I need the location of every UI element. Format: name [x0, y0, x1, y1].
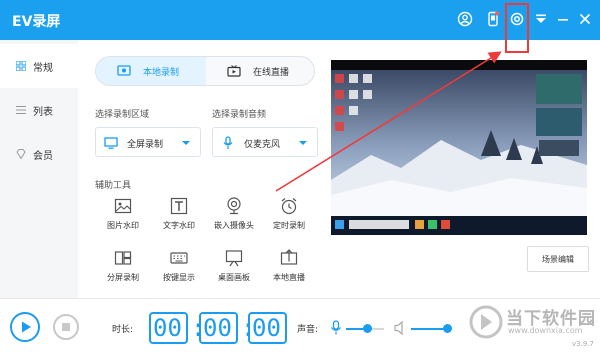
play-icon	[22, 321, 31, 333]
monitor-icon	[104, 137, 118, 149]
screen-preview	[331, 60, 587, 235]
tool-label: 按键显示	[163, 273, 195, 282]
menu-icon[interactable]	[533, 11, 549, 27]
speaker-volume-fill	[411, 328, 447, 330]
timer-minutes: 00	[203, 314, 232, 342]
minimize-icon[interactable]	[555, 11, 571, 27]
sidebar: 常规 列表 会员	[0, 40, 78, 298]
record-area-title: 选择录制区域	[95, 110, 150, 120]
tab-live-stream[interactable]: 在线直播	[206, 57, 316, 85]
keyboard-icon	[170, 252, 188, 264]
timer-hours: 00	[153, 314, 182, 342]
duration-label: 时长:	[112, 325, 134, 335]
scene-edit-button[interactable]: 场景编辑	[527, 246, 589, 272]
tool-label: 分屏录制	[107, 273, 139, 282]
tool-local-live[interactable]: 本地直播	[261, 249, 317, 289]
record-audio-title: 选择录制音频	[212, 110, 267, 120]
tool-image-watermark[interactable]: 图片水印	[95, 197, 151, 237]
brand-url: www.downxia.com	[508, 326, 583, 335]
chevron-down-icon	[182, 141, 190, 145]
scene-edit-label: 场景编辑	[542, 255, 574, 264]
webcam-icon	[227, 197, 241, 215]
timer-seconds: 00	[252, 314, 281, 342]
close-icon[interactable]	[577, 11, 593, 27]
screen-record-icon	[117, 65, 131, 76]
tool-label: 定时录制	[273, 221, 305, 230]
image-icon	[114, 198, 132, 214]
tool-label: 桌面画板	[218, 273, 250, 282]
version-label: v3.9.7	[572, 340, 594, 348]
live-upload-icon	[280, 249, 298, 265]
record-area-select[interactable]: 全屏录制	[95, 127, 201, 157]
brand-logo-icon	[469, 305, 503, 339]
microphone-icon	[223, 136, 233, 149]
microphone-icon[interactable]	[330, 320, 342, 336]
tool-key-display[interactable]: 按键显示	[151, 249, 207, 289]
user-circle-icon[interactable]	[457, 11, 473, 27]
sidebar-item-list[interactable]: 列表	[0, 88, 78, 132]
chevron-down-icon	[299, 141, 307, 145]
speaker-icon[interactable]	[393, 320, 407, 336]
tab-label: 在线直播	[253, 68, 290, 78]
text-t-icon	[170, 197, 188, 215]
desktop-preview-image	[331, 60, 587, 235]
phone-icon[interactable]	[485, 11, 501, 27]
mode-tabs: 本地录制 在线直播	[95, 56, 315, 86]
tool-label: 图片水印	[107, 221, 139, 230]
tool-label: 嵌入摄像头	[214, 221, 254, 230]
mic-volume-knob[interactable]	[362, 324, 372, 333]
tool-scheduled-record[interactable]: 定时录制	[261, 197, 317, 237]
record-timer: 00 : 00 : 00	[149, 312, 287, 344]
tab-label: 本地录制	[143, 68, 180, 78]
alarm-clock-icon	[281, 198, 297, 215]
sidebar-item-general[interactable]: 常规	[0, 44, 78, 88]
sidebar-item-label: 列表	[33, 107, 53, 118]
sidebar-item-label: 常规	[33, 63, 53, 74]
tool-embed-webcam[interactable]: 嵌入摄像头	[206, 197, 262, 237]
tv-icon	[227, 65, 241, 77]
volume-label: 声音:	[297, 325, 319, 335]
tool-label: 本地直播	[273, 273, 305, 282]
tool-label: 文字水印	[163, 221, 195, 230]
grid-icon	[16, 61, 26, 71]
split-screen-icon	[114, 251, 132, 265]
stop-record-button[interactable]	[53, 314, 79, 340]
tool-text-watermark[interactable]: 文字水印	[151, 197, 207, 237]
whiteboard-icon	[225, 250, 243, 267]
record-audio-value: 仅麦克风	[244, 140, 281, 150]
diamond-icon	[16, 149, 26, 159]
stop-icon	[62, 323, 70, 331]
tool-split-screen[interactable]: 分屏录制	[95, 249, 151, 289]
record-audio-select[interactable]: 仅麦克风	[212, 127, 318, 157]
tool-desktop-whiteboard[interactable]: 桌面画板	[206, 249, 262, 289]
list-icon	[16, 106, 26, 114]
sidebar-item-label: 会员	[33, 151, 53, 162]
start-record-button[interactable]	[10, 312, 40, 342]
app-title: EV录屏	[12, 14, 61, 30]
annotation-highlight-box	[505, 3, 529, 53]
sidebar-item-member[interactable]: 会员	[0, 132, 78, 176]
record-area-value: 全屏录制	[127, 140, 164, 150]
speaker-volume-knob[interactable]	[443, 324, 452, 333]
tab-local-record[interactable]: 本地录制	[96, 57, 206, 85]
tools-title: 辅助工具	[95, 181, 132, 191]
